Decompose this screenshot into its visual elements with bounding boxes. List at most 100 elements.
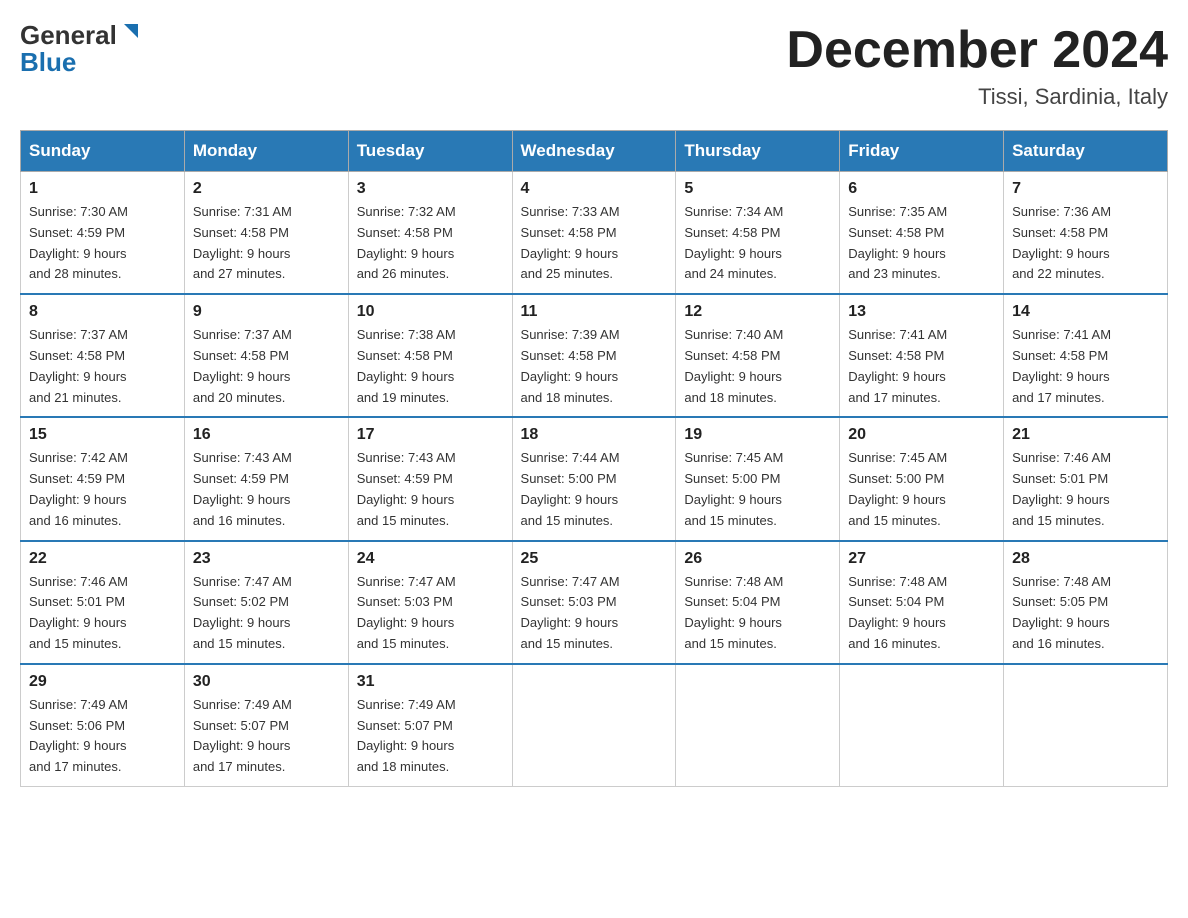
logo-blue-text: Blue bbox=[20, 47, 142, 78]
day-number: 3 bbox=[357, 180, 504, 198]
table-row: 27 Sunrise: 7:48 AM Sunset: 5:04 PM Dayl… bbox=[840, 541, 1004, 664]
day-info: Sunrise: 7:49 AM Sunset: 5:06 PM Dayligh… bbox=[29, 695, 176, 778]
day-info: Sunrise: 7:49 AM Sunset: 5:07 PM Dayligh… bbox=[357, 695, 504, 778]
day-info: Sunrise: 7:30 AM Sunset: 4:59 PM Dayligh… bbox=[29, 202, 176, 285]
day-number: 26 bbox=[684, 550, 831, 568]
day-number: 7 bbox=[1012, 180, 1159, 198]
day-info: Sunrise: 7:42 AM Sunset: 4:59 PM Dayligh… bbox=[29, 448, 176, 531]
day-number: 5 bbox=[684, 180, 831, 198]
day-number: 12 bbox=[684, 303, 831, 321]
table-row: 25 Sunrise: 7:47 AM Sunset: 5:03 PM Dayl… bbox=[512, 541, 676, 664]
day-info: Sunrise: 7:49 AM Sunset: 5:07 PM Dayligh… bbox=[193, 695, 340, 778]
day-number: 25 bbox=[521, 550, 668, 568]
table-row bbox=[676, 664, 840, 787]
calendar-header-row: Sunday Monday Tuesday Wednesday Thursday… bbox=[21, 131, 1168, 172]
day-info: Sunrise: 7:37 AM Sunset: 4:58 PM Dayligh… bbox=[193, 325, 340, 408]
table-row: 7 Sunrise: 7:36 AM Sunset: 4:58 PM Dayli… bbox=[1004, 172, 1168, 295]
day-info: Sunrise: 7:35 AM Sunset: 4:58 PM Dayligh… bbox=[848, 202, 995, 285]
table-row: 5 Sunrise: 7:34 AM Sunset: 4:58 PM Dayli… bbox=[676, 172, 840, 295]
day-info: Sunrise: 7:40 AM Sunset: 4:58 PM Dayligh… bbox=[684, 325, 831, 408]
day-number: 19 bbox=[684, 426, 831, 444]
calendar-table: Sunday Monday Tuesday Wednesday Thursday… bbox=[20, 130, 1168, 787]
location-text: Tissi, Sardinia, Italy bbox=[786, 84, 1168, 110]
day-info: Sunrise: 7:31 AM Sunset: 4:58 PM Dayligh… bbox=[193, 202, 340, 285]
table-row: 3 Sunrise: 7:32 AM Sunset: 4:58 PM Dayli… bbox=[348, 172, 512, 295]
day-info: Sunrise: 7:39 AM Sunset: 4:58 PM Dayligh… bbox=[521, 325, 668, 408]
col-saturday: Saturday bbox=[1004, 131, 1168, 172]
table-row: 22 Sunrise: 7:46 AM Sunset: 5:01 PM Dayl… bbox=[21, 541, 185, 664]
day-info: Sunrise: 7:41 AM Sunset: 4:58 PM Dayligh… bbox=[1012, 325, 1159, 408]
day-info: Sunrise: 7:38 AM Sunset: 4:58 PM Dayligh… bbox=[357, 325, 504, 408]
table-row: 9 Sunrise: 7:37 AM Sunset: 4:58 PM Dayli… bbox=[184, 294, 348, 417]
day-number: 27 bbox=[848, 550, 995, 568]
day-info: Sunrise: 7:45 AM Sunset: 5:00 PM Dayligh… bbox=[848, 448, 995, 531]
logo-triangle-icon bbox=[120, 20, 142, 47]
day-number: 11 bbox=[521, 303, 668, 321]
table-row: 17 Sunrise: 7:43 AM Sunset: 4:59 PM Dayl… bbox=[348, 417, 512, 540]
col-wednesday: Wednesday bbox=[512, 131, 676, 172]
day-number: 13 bbox=[848, 303, 995, 321]
table-row: 28 Sunrise: 7:48 AM Sunset: 5:05 PM Dayl… bbox=[1004, 541, 1168, 664]
day-number: 31 bbox=[357, 673, 504, 691]
day-info: Sunrise: 7:47 AM Sunset: 5:03 PM Dayligh… bbox=[521, 572, 668, 655]
day-number: 24 bbox=[357, 550, 504, 568]
day-number: 16 bbox=[193, 426, 340, 444]
day-number: 9 bbox=[193, 303, 340, 321]
table-row: 23 Sunrise: 7:47 AM Sunset: 5:02 PM Dayl… bbox=[184, 541, 348, 664]
table-row: 20 Sunrise: 7:45 AM Sunset: 5:00 PM Dayl… bbox=[840, 417, 1004, 540]
page-header: General Blue December 2024 Tissi, Sardin… bbox=[20, 20, 1168, 110]
day-number: 2 bbox=[193, 180, 340, 198]
table-row bbox=[840, 664, 1004, 787]
table-row: 29 Sunrise: 7:49 AM Sunset: 5:06 PM Dayl… bbox=[21, 664, 185, 787]
table-row: 16 Sunrise: 7:43 AM Sunset: 4:59 PM Dayl… bbox=[184, 417, 348, 540]
col-friday: Friday bbox=[840, 131, 1004, 172]
day-number: 28 bbox=[1012, 550, 1159, 568]
col-tuesday: Tuesday bbox=[348, 131, 512, 172]
day-info: Sunrise: 7:48 AM Sunset: 5:05 PM Dayligh… bbox=[1012, 572, 1159, 655]
day-info: Sunrise: 7:43 AM Sunset: 4:59 PM Dayligh… bbox=[357, 448, 504, 531]
day-info: Sunrise: 7:44 AM Sunset: 5:00 PM Dayligh… bbox=[521, 448, 668, 531]
day-info: Sunrise: 7:36 AM Sunset: 4:58 PM Dayligh… bbox=[1012, 202, 1159, 285]
day-number: 6 bbox=[848, 180, 995, 198]
table-row: 26 Sunrise: 7:48 AM Sunset: 5:04 PM Dayl… bbox=[676, 541, 840, 664]
day-info: Sunrise: 7:34 AM Sunset: 4:58 PM Dayligh… bbox=[684, 202, 831, 285]
day-number: 30 bbox=[193, 673, 340, 691]
table-row: 18 Sunrise: 7:44 AM Sunset: 5:00 PM Dayl… bbox=[512, 417, 676, 540]
day-number: 14 bbox=[1012, 303, 1159, 321]
table-row: 10 Sunrise: 7:38 AM Sunset: 4:58 PM Dayl… bbox=[348, 294, 512, 417]
day-info: Sunrise: 7:37 AM Sunset: 4:58 PM Dayligh… bbox=[29, 325, 176, 408]
title-area: December 2024 Tissi, Sardinia, Italy bbox=[786, 20, 1168, 110]
table-row: 21 Sunrise: 7:46 AM Sunset: 5:01 PM Dayl… bbox=[1004, 417, 1168, 540]
day-number: 4 bbox=[521, 180, 668, 198]
day-number: 21 bbox=[1012, 426, 1159, 444]
day-info: Sunrise: 7:48 AM Sunset: 5:04 PM Dayligh… bbox=[684, 572, 831, 655]
day-info: Sunrise: 7:32 AM Sunset: 4:58 PM Dayligh… bbox=[357, 202, 504, 285]
table-row: 11 Sunrise: 7:39 AM Sunset: 4:58 PM Dayl… bbox=[512, 294, 676, 417]
day-info: Sunrise: 7:47 AM Sunset: 5:03 PM Dayligh… bbox=[357, 572, 504, 655]
day-number: 17 bbox=[357, 426, 504, 444]
month-title: December 2024 bbox=[786, 20, 1168, 80]
day-number: 10 bbox=[357, 303, 504, 321]
table-row: 2 Sunrise: 7:31 AM Sunset: 4:58 PM Dayli… bbox=[184, 172, 348, 295]
table-row: 12 Sunrise: 7:40 AM Sunset: 4:58 PM Dayl… bbox=[676, 294, 840, 417]
table-row: 14 Sunrise: 7:41 AM Sunset: 4:58 PM Dayl… bbox=[1004, 294, 1168, 417]
day-info: Sunrise: 7:33 AM Sunset: 4:58 PM Dayligh… bbox=[521, 202, 668, 285]
day-number: 22 bbox=[29, 550, 176, 568]
day-number: 18 bbox=[521, 426, 668, 444]
day-number: 1 bbox=[29, 180, 176, 198]
table-row bbox=[1004, 664, 1168, 787]
table-row: 13 Sunrise: 7:41 AM Sunset: 4:58 PM Dayl… bbox=[840, 294, 1004, 417]
col-sunday: Sunday bbox=[21, 131, 185, 172]
day-info: Sunrise: 7:46 AM Sunset: 5:01 PM Dayligh… bbox=[29, 572, 176, 655]
table-row: 1 Sunrise: 7:30 AM Sunset: 4:59 PM Dayli… bbox=[21, 172, 185, 295]
day-number: 23 bbox=[193, 550, 340, 568]
day-number: 20 bbox=[848, 426, 995, 444]
table-row bbox=[512, 664, 676, 787]
day-info: Sunrise: 7:41 AM Sunset: 4:58 PM Dayligh… bbox=[848, 325, 995, 408]
table-row: 8 Sunrise: 7:37 AM Sunset: 4:58 PM Dayli… bbox=[21, 294, 185, 417]
day-number: 15 bbox=[29, 426, 176, 444]
table-row: 15 Sunrise: 7:42 AM Sunset: 4:59 PM Dayl… bbox=[21, 417, 185, 540]
logo: General Blue bbox=[20, 20, 142, 78]
col-monday: Monday bbox=[184, 131, 348, 172]
table-row: 30 Sunrise: 7:49 AM Sunset: 5:07 PM Dayl… bbox=[184, 664, 348, 787]
